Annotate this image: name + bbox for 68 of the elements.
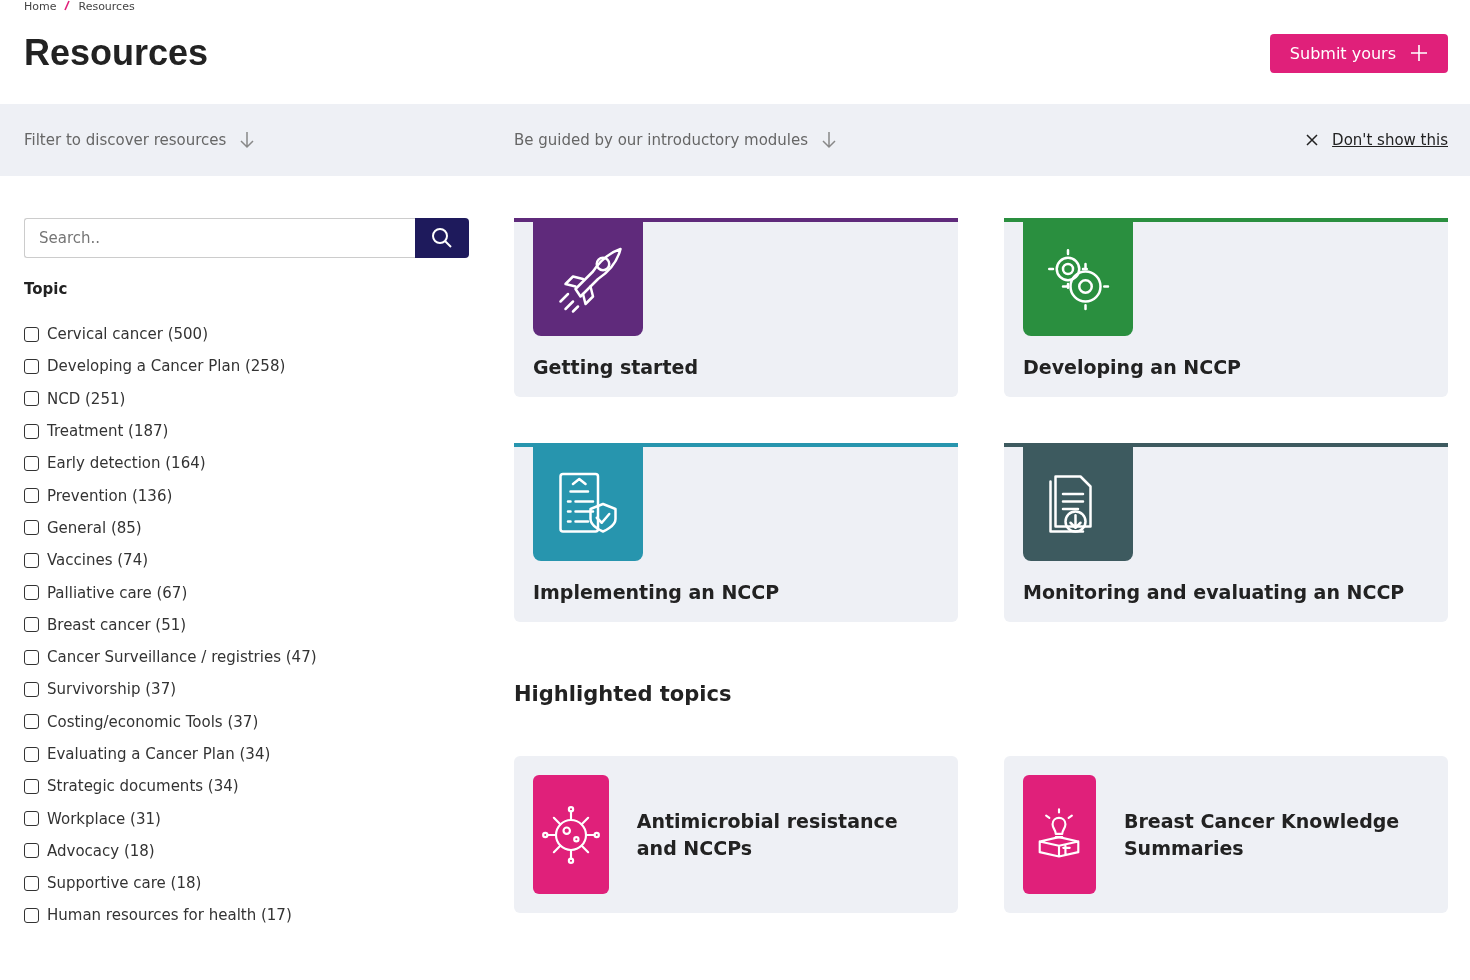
topic-label[interactable]: Evaluating a Cancer Plan (34) xyxy=(47,745,271,763)
module-title: Developing an NCCP xyxy=(1023,356,1243,378)
topic-title: Breast Cancer Knowledge Summaries xyxy=(1123,808,1401,861)
checkbox[interactable] xyxy=(24,552,39,568)
section-heading: Highlighted topics xyxy=(514,682,733,706)
module-card[interactable]: Developing an NCCP xyxy=(1004,218,1448,397)
topic-label[interactable]: Cervical cancer (500) xyxy=(47,325,208,344)
search-icon xyxy=(431,227,453,249)
checkbox[interactable] xyxy=(24,778,39,794)
topic-card[interactable]: Antimicrobial resistance and NCCPs xyxy=(514,756,958,913)
checkbox[interactable] xyxy=(24,520,39,536)
module-card[interactable]: Implementing an NCCP xyxy=(514,443,958,622)
module-title: Monitoring and evaluating an NCCP xyxy=(1023,581,1406,603)
checkbox[interactable] xyxy=(24,617,39,633)
dismiss-link[interactable]: Don't show this xyxy=(1332,131,1448,149)
topic-label[interactable]: Supportive care (18) xyxy=(47,874,202,893)
checkbox[interactable] xyxy=(24,649,39,665)
checkbox[interactable] xyxy=(24,908,39,923)
search-button[interactable] xyxy=(415,218,469,258)
topic-label[interactable]: Human resources for health (17) xyxy=(47,906,292,925)
checkbox[interactable] xyxy=(24,746,39,762)
topic-label[interactable]: Strategic documents (34) xyxy=(47,777,239,796)
breadcrumb-current: Resources xyxy=(78,0,135,13)
breadcrumb-separator-icon xyxy=(64,0,71,11)
submit-button[interactable]: Submit yours xyxy=(1269,33,1448,73)
module-card[interactable]: Monitoring and evaluating an NCCP xyxy=(1004,443,1448,622)
checkbox[interactable] xyxy=(24,843,39,859)
topic-label[interactable]: Survivorship (37) xyxy=(47,680,177,699)
checkbox[interactable] xyxy=(24,326,39,342)
virus-icon xyxy=(540,804,601,865)
arrow-down-icon xyxy=(240,131,255,149)
plus-icon xyxy=(1410,44,1428,62)
topic-label[interactable]: Early detection (164) xyxy=(47,454,206,473)
guided-link[interactable]: Be guided by our introductory modules xyxy=(514,131,809,149)
topic-label[interactable]: Costing/economic Tools (37) xyxy=(47,712,259,731)
topic-card[interactable]: Breast Cancer Knowledge Summaries xyxy=(1004,756,1448,913)
checkbox[interactable] xyxy=(24,811,39,827)
module-title: Implementing an NCCP xyxy=(533,581,781,603)
topic-heading: Topic xyxy=(24,280,69,298)
topic-label[interactable]: Palliative care (67) xyxy=(47,583,188,602)
checkbox[interactable] xyxy=(24,714,39,730)
topic-label[interactable]: Cancer Surveillance / registries (47) xyxy=(47,648,317,667)
topic-title: Antimicrobial resistance and NCCPs xyxy=(636,808,899,861)
topic-label[interactable]: Treatment (187) xyxy=(47,422,169,441)
page-title: Resources xyxy=(24,32,209,74)
breadcrumb-link[interactable]: Home xyxy=(24,0,57,13)
arrow-down-icon xyxy=(822,131,837,149)
filter-link[interactable]: Filter to discover resources xyxy=(24,131,227,149)
checkbox[interactable] xyxy=(24,681,39,697)
search-field[interactable]: Search.. xyxy=(24,218,415,258)
module-title: Getting started xyxy=(533,356,700,378)
module-card[interactable]: Getting started xyxy=(514,218,958,397)
topic-label[interactable]: Workplace (31) xyxy=(47,809,161,828)
topic-label[interactable]: NCD (251) xyxy=(47,389,126,408)
topic-label[interactable]: Prevention (136) xyxy=(47,486,173,505)
checkbox[interactable] xyxy=(24,358,39,374)
topic-label[interactable]: Breast cancer (51) xyxy=(47,615,187,634)
checkbox[interactable] xyxy=(24,875,39,891)
checkbox[interactable] xyxy=(24,585,39,600)
topic-label[interactable]: Developing a Cancer Plan (258) xyxy=(47,357,286,376)
topic-label[interactable]: Vaccines (74) xyxy=(47,551,149,570)
topic-label[interactable]: Advocacy (18) xyxy=(47,841,155,860)
checkbox[interactable] xyxy=(24,391,39,407)
close-icon[interactable] xyxy=(1306,134,1319,146)
checkbox[interactable] xyxy=(24,423,39,439)
checkbox[interactable] xyxy=(24,488,39,504)
topic-label[interactable]: General (85) xyxy=(47,518,142,537)
checkbox[interactable] xyxy=(24,455,39,471)
